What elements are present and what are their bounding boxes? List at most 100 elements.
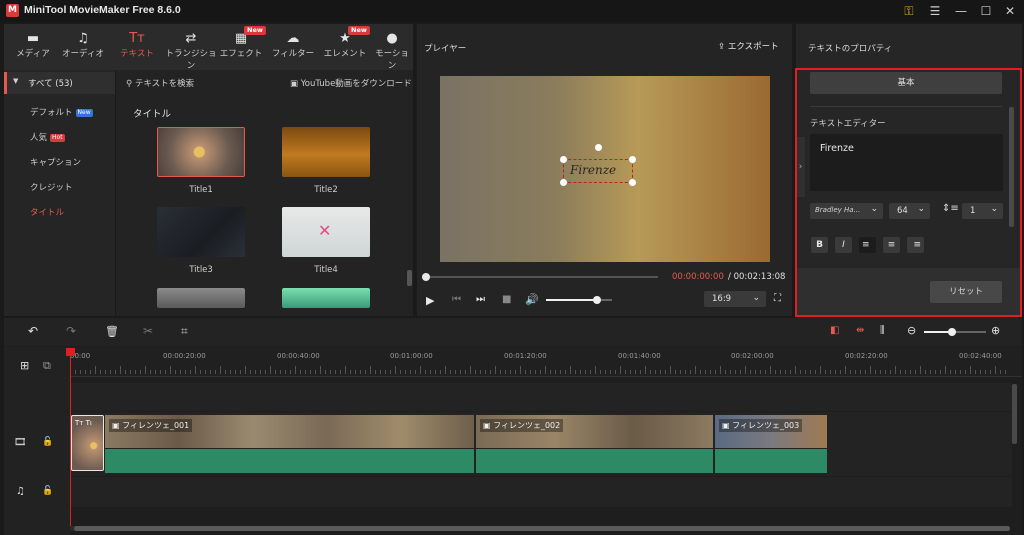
text-editor[interactable]: Firenze (810, 134, 1003, 191)
timeline-horizontal-scrollbar[interactable] (74, 526, 1010, 531)
zoom-slider[interactable] (924, 328, 986, 336)
tab-effect[interactable]: ▦ エフェクト New (218, 26, 266, 59)
ruler-tick (230, 370, 231, 374)
timeline-vertical-scrollbar[interactable] (1012, 384, 1017, 444)
ruler-tick (180, 370, 181, 374)
next-frame-icon[interactable]: ⏭ (476, 294, 485, 305)
library-scrollbar[interactable] (407, 270, 412, 286)
line-spacing-select[interactable]: 1 ⌄ (962, 203, 1003, 219)
category-credit[interactable]: クレジット (30, 181, 73, 193)
fit-icon[interactable]: ⫼ (880, 325, 885, 336)
seek-bar[interactable] (426, 276, 658, 278)
undo-icon[interactable]: ↶ (28, 324, 38, 338)
redo-icon[interactable]: ↷ (66, 324, 76, 338)
tab-motion[interactable]: ● モーション (372, 30, 412, 71)
timeline-toolbar (4, 318, 1022, 346)
empty-track[interactable] (70, 383, 1012, 411)
font-size-value: 64 (897, 206, 908, 216)
motion-icon: ● (386, 31, 398, 46)
category-title[interactable]: タイトル (30, 206, 64, 218)
title-thumb-6[interactable] (282, 288, 370, 308)
tab-filter[interactable]: ☁ フィルター (270, 30, 316, 59)
text-overlay-box[interactable]: Firenze (560, 144, 636, 186)
align-center-button[interactable]: ≡ (883, 237, 900, 253)
ruler-tick (205, 370, 206, 374)
video-clip-3[interactable]: ▣ フィレンツェ_003 (715, 415, 827, 473)
rotate-handle[interactable] (595, 144, 602, 151)
title-thumb-2[interactable] (282, 127, 370, 177)
zoom-handle[interactable] (947, 328, 956, 336)
title-thumb-3[interactable] (157, 207, 245, 257)
ruler-tick (80, 370, 81, 374)
previous-frame-icon[interactable]: ⏮ (452, 294, 461, 305)
ruler-tick (85, 370, 86, 374)
bold-button[interactable]: B (811, 237, 828, 253)
delete-icon[interactable]: 🗑 (105, 325, 119, 338)
menu-icon[interactable]: ☰ (926, 3, 944, 19)
library-search[interactable]: ⚲ テキストを検索 (126, 77, 194, 89)
ruler-tick (1000, 370, 1001, 374)
close-icon[interactable]: ✕ (1001, 3, 1019, 19)
lock-icon[interactable]: 🔓 (42, 486, 53, 496)
copy-track-icon[interactable]: ⧉ (43, 359, 51, 373)
minimize-icon[interactable]: — (952, 3, 970, 19)
tab-element[interactable]: ★ エレメント New (322, 26, 370, 59)
title-thumb-1[interactable] (157, 127, 245, 177)
tab-audio[interactable]: ♫ オーディオ (60, 30, 106, 59)
category-default[interactable]: デフォルト New (30, 106, 93, 118)
font-size-select[interactable]: 64 ⌄ (889, 203, 930, 219)
ruler-tick (655, 370, 656, 374)
play-icon[interactable]: ▶ (426, 294, 434, 307)
font-select[interactable]: Bradley Ha... ⌄ (810, 203, 883, 219)
volume-icon[interactable]: 🔊 (525, 293, 539, 306)
fullscreen-icon[interactable]: ⛶ (774, 293, 781, 304)
resize-handle[interactable] (629, 156, 636, 163)
maximize-icon[interactable]: ☐ (977, 3, 995, 19)
ruler-tick (215, 370, 216, 374)
app-title: MiniTool MovieMaker Free 8.6.0 (24, 4, 181, 16)
ruler-tick (890, 370, 891, 374)
properties-scrollbar[interactable] (1009, 107, 1014, 227)
reset-button[interactable]: リセット (930, 281, 1002, 303)
tab-media[interactable]: ▬ メディア (10, 30, 56, 59)
resize-handle[interactable] (560, 179, 567, 186)
resize-handle[interactable] (629, 179, 636, 186)
seek-handle[interactable] (422, 273, 430, 281)
align-left-button[interactable]: ≡ (859, 237, 876, 253)
tab-transition[interactable]: ⇄ トランジション (164, 30, 218, 71)
ruler-tick (370, 366, 371, 374)
audio-track[interactable] (70, 477, 1012, 507)
title-thumb-5[interactable] (157, 288, 245, 308)
volume-slider[interactable] (546, 296, 612, 304)
lock-icon[interactable]: 🔓 (42, 437, 53, 447)
key-icon[interactable]: ⚿ (900, 3, 918, 19)
crop-icon[interactable]: ⌗ (181, 324, 188, 339)
tab-basic[interactable]: 基本 (810, 72, 1002, 94)
zoom-in-icon[interactable]: ⊕ (991, 324, 1000, 337)
tab-text[interactable]: Tт テキスト (114, 30, 160, 59)
title-thumb-4[interactable]: ✕ (282, 207, 370, 257)
aspect-ratio-select[interactable]: 16:9 ⌄ (704, 291, 766, 307)
playhead[interactable] (70, 348, 71, 530)
align-right-button[interactable]: ≡ (907, 237, 924, 253)
category-caption[interactable]: キャプション (30, 156, 81, 168)
italic-button[interactable]: I (835, 237, 852, 253)
scissors-icon[interactable]: ✂ (143, 324, 153, 338)
playhead-handle[interactable] (66, 348, 75, 356)
add-track-icon[interactable]: ⊞ (20, 359, 29, 372)
category-popular[interactable]: 人気 Hot (30, 131, 65, 143)
video-clip-1[interactable]: ▣ フィレンツェ_001 (105, 415, 474, 473)
split-marker-icon[interactable]: ⇹ (856, 325, 864, 336)
snap-icon[interactable]: ◧ (830, 325, 839, 336)
resize-handle[interactable] (560, 156, 567, 163)
zoom-out-icon[interactable]: ⊖ (907, 324, 916, 337)
category-all[interactable]: ▼ すべて (53) (4, 72, 115, 94)
video-clip-2[interactable]: ▣ フィレンツェ_002 (476, 415, 713, 473)
text-clip[interactable]: Tт Tı (71, 415, 104, 471)
youtube-download-link[interactable]: ▣ YouTube動画をダウンロード (290, 77, 412, 89)
ruler-tick (415, 370, 416, 374)
ruler-tick (200, 370, 201, 374)
ruler-tick (290, 370, 291, 374)
stop-icon[interactable]: ■ (502, 294, 511, 305)
export-button[interactable]: ⇪ エクスポート (718, 40, 779, 52)
